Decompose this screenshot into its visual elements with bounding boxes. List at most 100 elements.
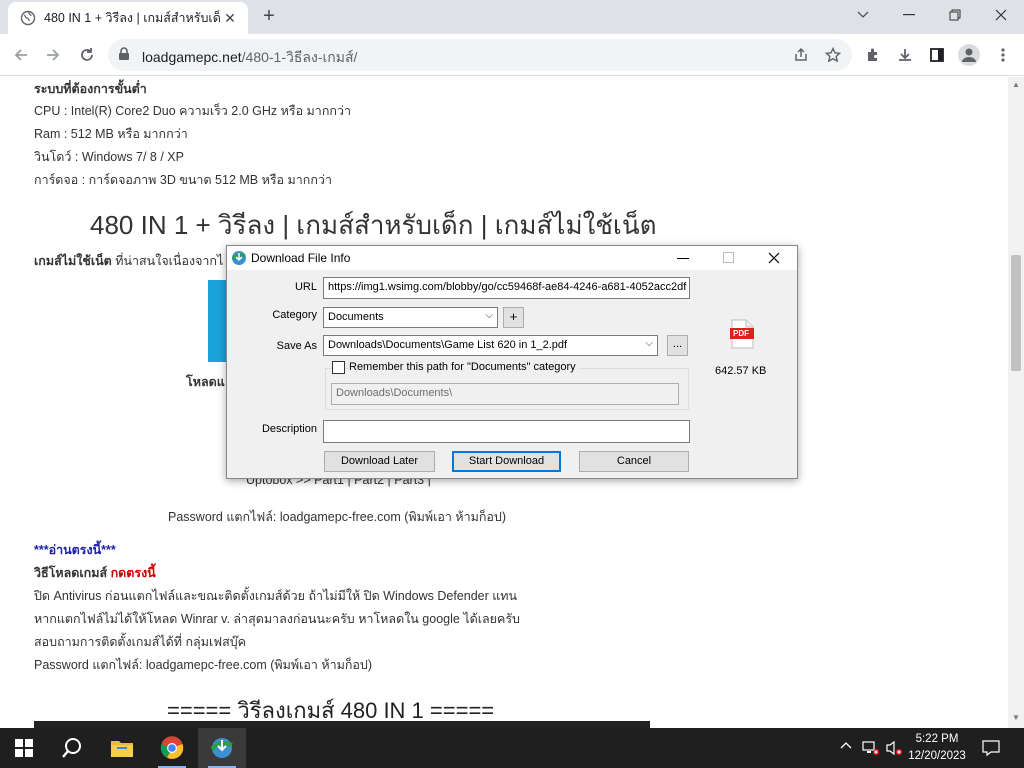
minimize-button[interactable] — [886, 0, 932, 30]
back-button[interactable] — [8, 42, 34, 68]
req-os: วินโดว์ : Windows 7/ 8 / XP — [34, 150, 184, 164]
profile-avatar[interactable] — [956, 42, 982, 68]
url-text: loadgamepc.net/480-1-วิธีลง-เกมส์/ — [142, 47, 357, 69]
page-scrollbar[interactable]: ▲ ▼ — [1008, 77, 1024, 728]
note-facebook: สอบถามการติดตั้งเกมส์ได้ที่ กลุ่มเฟสบุ๊ค — [34, 635, 246, 649]
download-label: โหลดแ — [186, 375, 225, 389]
description-field[interactable] — [323, 420, 690, 443]
pdf-icon-text: PDF — [733, 329, 749, 338]
idm-taskbar-button[interactable] — [198, 728, 246, 768]
volume-muted-icon[interactable] — [886, 740, 904, 759]
save-as-label: Save As — [276, 340, 317, 352]
category-value: Documents — [328, 311, 384, 323]
chevron-down-icon: ⌵ — [645, 338, 653, 349]
chrome-taskbar-button[interactable] — [148, 728, 196, 768]
video-embed[interactable] — [34, 721, 650, 728]
remember-path-checkbox[interactable] — [332, 361, 345, 374]
download-file-info-dialog: Download File Info URL https://img1.wsim… — [226, 245, 798, 479]
side-panel-icon[interactable] — [924, 42, 950, 68]
start-download-button[interactable]: Start Download — [452, 451, 561, 472]
tab-search-button[interactable] — [840, 0, 886, 30]
lock-icon[interactable] — [118, 47, 130, 64]
minimize-icon — [903, 14, 915, 16]
file-explorer-button[interactable] — [98, 728, 146, 768]
downloads-icon[interactable] — [892, 42, 918, 68]
intro-bold: เกมส์ไม่ใช้เน็ต — [34, 254, 112, 268]
category-select[interactable]: Documents ⌵ — [323, 307, 498, 328]
idm-icon — [210, 738, 233, 758]
idm-logo-icon — [231, 250, 247, 269]
note-password: Password แตกไฟล์: loadgamepc-free.com (พ… — [34, 658, 373, 672]
search-icon — [62, 738, 81, 758]
url-label: URL — [294, 281, 317, 293]
intro-paragraph: เกมส์ไม่ใช้เน็ต ที่น่าสนใจเนื่องจากไ — [34, 251, 223, 271]
more-menu-icon[interactable] — [990, 42, 1016, 68]
address-bar[interactable]: loadgamepc.net/480-1-วิธีลง-เกมส์/ — [108, 39, 852, 71]
globe-icon — [20, 10, 36, 26]
extensions-icon[interactable] — [860, 42, 886, 68]
remember-path-label[interactable]: Remember this path for "Documents" categ… — [349, 361, 579, 373]
main-title: 480 IN 1 + วิรีลง | เกมส์สำหรับเด็ก | เก… — [90, 210, 657, 240]
dialog-title: Download File Info — [251, 251, 351, 265]
search-button[interactable] — [48, 728, 96, 768]
windows-logo-icon — [15, 739, 33, 757]
scroll-down-icon[interactable]: ▼ — [1012, 713, 1020, 722]
dialog-maximize-icon — [723, 252, 735, 267]
forward-button[interactable] — [40, 42, 66, 68]
chevron-down-icon: ⌵ — [485, 310, 493, 321]
restore-button[interactable] — [932, 0, 978, 30]
file-size: 642.57 KB — [715, 365, 767, 377]
close-icon — [995, 9, 1007, 21]
tab-title: 480 IN 1 + วิรีลง | เกมส์สำหรับเด็ก | เก… — [44, 11, 220, 25]
url-domain: loadgamepc.net — [142, 49, 242, 65]
save-as-select[interactable]: Downloads\Documents\Game List 620 in 1_2… — [323, 335, 658, 356]
req-gpu: การ์ดจอ : การ์ดจอภาพ 3D ขนาด 512 MB หรือ… — [34, 173, 332, 187]
note-winrar: หากแตกไฟล์ไม่ได้ให้โหลด Winrar v. ล่าสุด… — [34, 612, 520, 626]
howto-line: วิธีโหลดเกมส์ กดตรงนี้ — [34, 563, 156, 583]
password-center: Password แตกไฟล์: loadgamepc-free.com (พ… — [168, 510, 507, 524]
share-icon[interactable] — [788, 42, 814, 68]
scroll-up-icon[interactable]: ▲ — [1012, 80, 1020, 89]
url-path: /480-1-วิธีลง-เกมส์/ — [241, 49, 358, 65]
tab-active[interactable]: 480 IN 1 + วิรีลง | เกมส์สำหรับเด็ก | เก… — [8, 2, 248, 34]
pdf-file-icon: PDF — [729, 319, 755, 349]
chevron-down-icon — [857, 11, 869, 18]
forward-arrow-icon — [47, 49, 60, 61]
notification-icon[interactable] — [982, 739, 1000, 760]
windows-taskbar: 5:22 PM 12/20/2023 — [0, 728, 1024, 768]
dialog-close-icon[interactable] — [768, 252, 780, 267]
chrome-icon — [160, 736, 184, 759]
new-tab-button[interactable]: + — [258, 6, 280, 28]
close-window-button[interactable] — [978, 0, 1024, 30]
save-as-value: Downloads\Documents\Game List 620 in 1_2… — [328, 339, 568, 351]
dialog-minimize-icon[interactable] — [677, 252, 689, 267]
tab-close-icon[interactable]: ✕ — [222, 10, 238, 26]
restore-icon — [949, 9, 961, 21]
requirements-heading: ระบบที่ต้องการขั้นต่ำ — [34, 82, 147, 96]
browser-toolbar: loadgamepc.net/480-1-วิธีลง-เกมส์/ — [0, 34, 1024, 76]
network-icon[interactable] — [862, 740, 880, 759]
tab-strip: 480 IN 1 + วิรีลง | เกมส์สำหรับเด็ก | เก… — [0, 0, 1024, 34]
reload-button[interactable] — [74, 42, 100, 68]
note-antivirus: ปิด Antivirus ก่อนแตกไฟล์และขณะติดตั้งเก… — [34, 589, 518, 603]
system-clock[interactable]: 5:22 PM 12/20/2023 — [906, 731, 968, 765]
req-ram: Ram : 512 MB หรือ มากกว่า — [34, 127, 188, 141]
clock-date: 12/20/2023 — [908, 750, 966, 762]
category-label: Category — [272, 309, 317, 321]
bookmark-star-icon[interactable] — [820, 42, 846, 68]
tray-chevron-up-icon[interactable] — [840, 740, 852, 755]
browse-button[interactable]: ... — [667, 335, 688, 356]
url-field[interactable]: https://img1.wsimg.com/blobby/go/cc59468… — [323, 277, 690, 299]
add-category-button[interactable]: + — [503, 307, 524, 328]
reload-icon — [81, 48, 93, 61]
clock-time: 5:22 PM — [915, 733, 959, 745]
howto-link[interactable]: กดตรงนี้ — [111, 566, 156, 580]
dialog-titlebar: Download File Info — [227, 246, 797, 270]
folder-icon — [111, 741, 133, 757]
start-button[interactable] — [0, 728, 48, 768]
cancel-button[interactable]: Cancel — [579, 451, 689, 472]
req-cpu: CPU : Intel(R) Core2 Duo ความเร็ว 2.0 GH… — [34, 104, 351, 118]
download-later-button[interactable]: Download Later — [324, 451, 435, 472]
scrollbar-thumb[interactable] — [1011, 255, 1021, 371]
remember-path-field: Downloads\Documents\ — [331, 383, 679, 405]
